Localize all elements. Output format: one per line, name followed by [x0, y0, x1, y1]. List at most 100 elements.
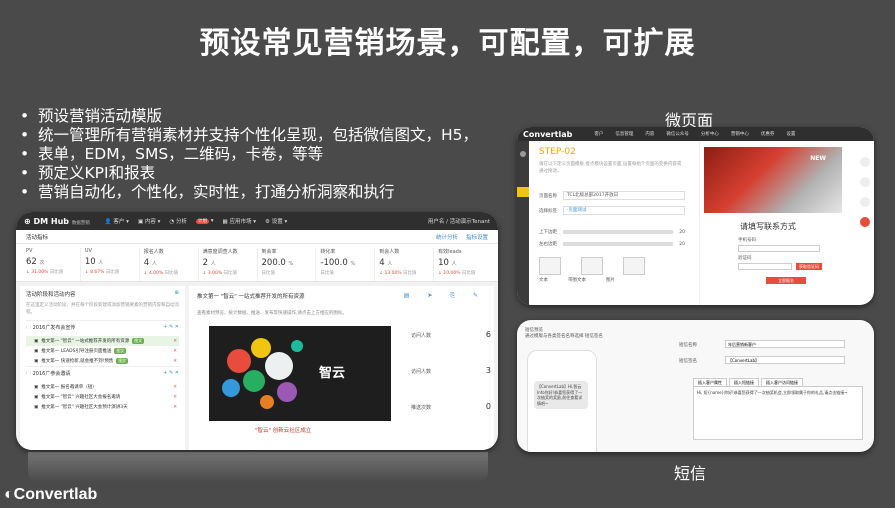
tag-select[interactable]: ·页面测试 [563, 206, 685, 215]
kpi-card[interactable]: 有效leads 10 人 ↓ 10.00% 日比值 [434, 248, 492, 281]
sms-name-label: 短信名称 [679, 343, 697, 348]
kpi-settings-link[interactable]: 指标设置 [466, 233, 488, 241]
micro-nav-item[interactable]: 分析中心 [701, 131, 719, 137]
phone-label: 手机号码 [738, 238, 756, 243]
dashboard-reflection [28, 452, 488, 482]
kpi-name: PV [26, 248, 33, 254]
micro-nav-item[interactable]: 客户 [594, 131, 603, 137]
content-item[interactable]: ▣ 推文第一 "智云" 兴趣社区大会预计演讲3天 ✕ [26, 402, 179, 412]
preview-photo[interactable]: NEW [704, 147, 842, 213]
content-description: 查看素材预览、统计数据、推送、发布等快速操作,请点击上方相应的图标。 [197, 311, 347, 316]
page-preview: NEW 请填写联系方式 手机号码 验证码 获取验证码 立即报名 [699, 141, 855, 305]
bullet-item: 营销自动化，个性化，实时性，打通分析洞察和执行 [18, 183, 518, 202]
kpi-value: 10 人 [438, 258, 457, 268]
remove-icon[interactable]: ✕ [173, 349, 177, 354]
slide-title: 预设常见营销场景，可配置，可扩展 [199, 26, 696, 61]
kpi-card[interactable]: PV 62 次 ↓ 31.00% 日比值 [22, 248, 81, 281]
nav-customers[interactable]: 👤 客户 ▾ [105, 217, 129, 225]
remove-icon[interactable]: ✕ [173, 385, 177, 390]
sms-label: 短信 [674, 464, 707, 483]
kpi-row: PV 62 次 ↓ 31.00% 日比值 UV 10 人 ↓ 8.67% 日比值 报名人数 4… [16, 244, 498, 282]
dm-hub-logo[interactable]: ⊕ DM Hub 数据营销 [24, 217, 90, 226]
convertlab-logo[interactable]: Convertlab [523, 130, 572, 139]
micro-nav-item[interactable]: 设置 [786, 131, 795, 137]
horizontal-margin-label: 左右边距 [539, 242, 557, 247]
micro-nav-item[interactable]: 优惠券 [761, 131, 775, 137]
folder-icon: 🗀 [26, 325, 32, 331]
horizontal-margin-slider[interactable] [563, 242, 674, 246]
kpi-card[interactable]: 满意度调查人数 2 人 ↓ 3.00% 日比值 [199, 248, 258, 281]
code-input[interactable] [738, 263, 792, 270]
stat-visitors: 访问人数 6 [411, 330, 491, 339]
phone-input[interactable] [738, 245, 820, 252]
micro-nav-item[interactable]: 营销中心 [731, 131, 749, 137]
tag-label: 选择标签 [539, 208, 557, 214]
sidebar-dot-icon[interactable] [520, 151, 526, 157]
group-tools[interactable]: + ✎ ✕ [163, 324, 179, 333]
send-icon[interactable] [860, 157, 870, 167]
remove-icon[interactable]: ✕ [173, 359, 177, 364]
get-code-button[interactable]: 获取验证码 [796, 263, 822, 270]
nav-plan[interactable]: 计划 ▾ [196, 218, 214, 224]
stats-analysis-link[interactable]: 统计分析 [436, 233, 458, 241]
edit-icon[interactable] [860, 197, 870, 207]
kpi-card[interactable]: 到会人数 4 人 ↓ 13.00% 日比值 [375, 248, 435, 281]
content-item[interactable]: ▣ 推文第一 报名邀请单（短） ✕ [26, 382, 179, 392]
kpi-card[interactable]: 到会率 200.0 % 日比值 [258, 248, 317, 281]
content-tag: 图文 [132, 338, 145, 344]
remove-icon[interactable]: ✕ [173, 339, 177, 344]
content-tag: 图文 [114, 348, 127, 354]
kpi-card[interactable]: 报名人数 4 人 ↓ 4.00% 日比值 [140, 248, 199, 281]
stages-description: 在这里定义活动阶段，并在每个阶段新建或添加营销要素的营销内容和自动流程。 [26, 303, 179, 315]
copy-icon[interactable] [860, 177, 870, 187]
image-block-icon[interactable] [623, 257, 645, 275]
page-settings-panel: STEP-02 请在以下定义页面模板,接点模块设置页面,设置每组个页面的变换内容… [539, 147, 685, 297]
add-stage-icon[interactable]: ⊕ [174, 290, 179, 298]
delete-icon[interactable] [860, 217, 870, 227]
step-description: 请在以下定义页面模板,接点模块设置页面,设置每组个页面的变换内容或通过拖动。 [539, 162, 682, 174]
sms-header: 短信预览 通过模版与各类签名名称选择 短信签名 [525, 328, 603, 339]
stage-group[interactable]: 🗀 2016广发布会宣传 + ✎ ✕ [26, 320, 179, 336]
remove-icon[interactable]: ✕ [173, 395, 177, 400]
form-title: 请填写联系方式 [740, 222, 796, 231]
kpi-value: -100.0 % [320, 258, 356, 268]
micro-nav-item[interactable]: 信息管理 [615, 131, 633, 137]
group-tools[interactable]: + ✎ ✕ [163, 370, 179, 379]
content-icon: ▣ [34, 394, 39, 400]
content-icon: ▣ [34, 348, 39, 354]
nav-analytics[interactable]: ◔ 分析 [169, 217, 187, 225]
stage-group[interactable]: 🗀 2016广参会邀请 + ✎ ✕ [26, 366, 179, 382]
content-item[interactable]: ▣ 推文第一 "智云" 一站式推荐开发的所有资源 图文 ✕ [26, 336, 179, 346]
vertical-margin-slider[interactable] [563, 230, 674, 234]
sms-content-editor[interactable]: Hi, 短{name}你好!恭喜您获得了一次抽奖机会,立即领取属于你的礼品,请点… [693, 386, 863, 440]
sidebar-active-marker[interactable] [517, 187, 529, 197]
nav-app-market[interactable]: ▦ 应用市场 ▾ [223, 217, 256, 225]
content-item[interactable]: ▣ 推文第一 "智云" 兴趣社区大会报名邀请 ✕ [26, 392, 179, 402]
submit-button[interactable]: 立即报名 [766, 277, 806, 284]
image-text-block-icon[interactable] [581, 257, 603, 275]
content-item[interactable]: ▣ 推文第一 LEADS引导注册页面推送 图文 ✕ [26, 346, 179, 356]
user-menu[interactable]: 用户名 / 活动演示Tenant [428, 217, 490, 225]
kpi-change: ↓ 10.00% 日比值 [438, 271, 476, 276]
kpi-title: 活动指标 [26, 234, 49, 241]
kpi-card[interactable]: 转化率 -100.0 % 日比值 [316, 248, 376, 281]
sms-signature-input[interactable]: 【ConvertLab】 [725, 356, 845, 364]
kpi-card[interactable]: UV 10 人 ↓ 8.67% 日比值 [81, 248, 140, 281]
stat-pushes: 推送次数 0 [411, 402, 491, 411]
footer-convertlab-logo: ◐Convertlab [4, 486, 98, 503]
page-name-input[interactable]: TCL北极总部2017开放日 [563, 191, 685, 200]
cloud-cover-image[interactable]: 智云 [209, 326, 391, 421]
content-toolbar[interactable]: ▤ ➤ ⎘ ✎ [404, 292, 486, 300]
kpi-change: 日比值 [261, 271, 276, 276]
nav-settings[interactable]: ⚙ 设置 ▾ [265, 217, 287, 225]
text-block-icon[interactable] [539, 257, 561, 275]
sms-name-input[interactable]: 年后营销新客户 [725, 340, 845, 348]
kpi-name: UV [84, 248, 92, 254]
stages-panel: 活动阶段和活动内容 ⊕ 在这里定义活动阶段，并在每个阶段新建或添加营销要素的营销… [20, 286, 185, 450]
nav-content[interactable]: ▣ 内容 ▾ [138, 217, 160, 225]
micro-nav-item[interactable]: 微信公众号 [666, 131, 689, 137]
remove-icon[interactable]: ✕ [173, 405, 177, 410]
content-item[interactable]: ▣ 推文第一 快速抢新,就会推不到!预售 图文 ✕ [26, 356, 179, 366]
micro-nav-item[interactable]: 内容 [645, 131, 654, 137]
bullet-list: 预设营销活动模版 统一管理所有营销素材并支持个性化呈现，包括微信图文，H5， 表… [18, 107, 518, 202]
